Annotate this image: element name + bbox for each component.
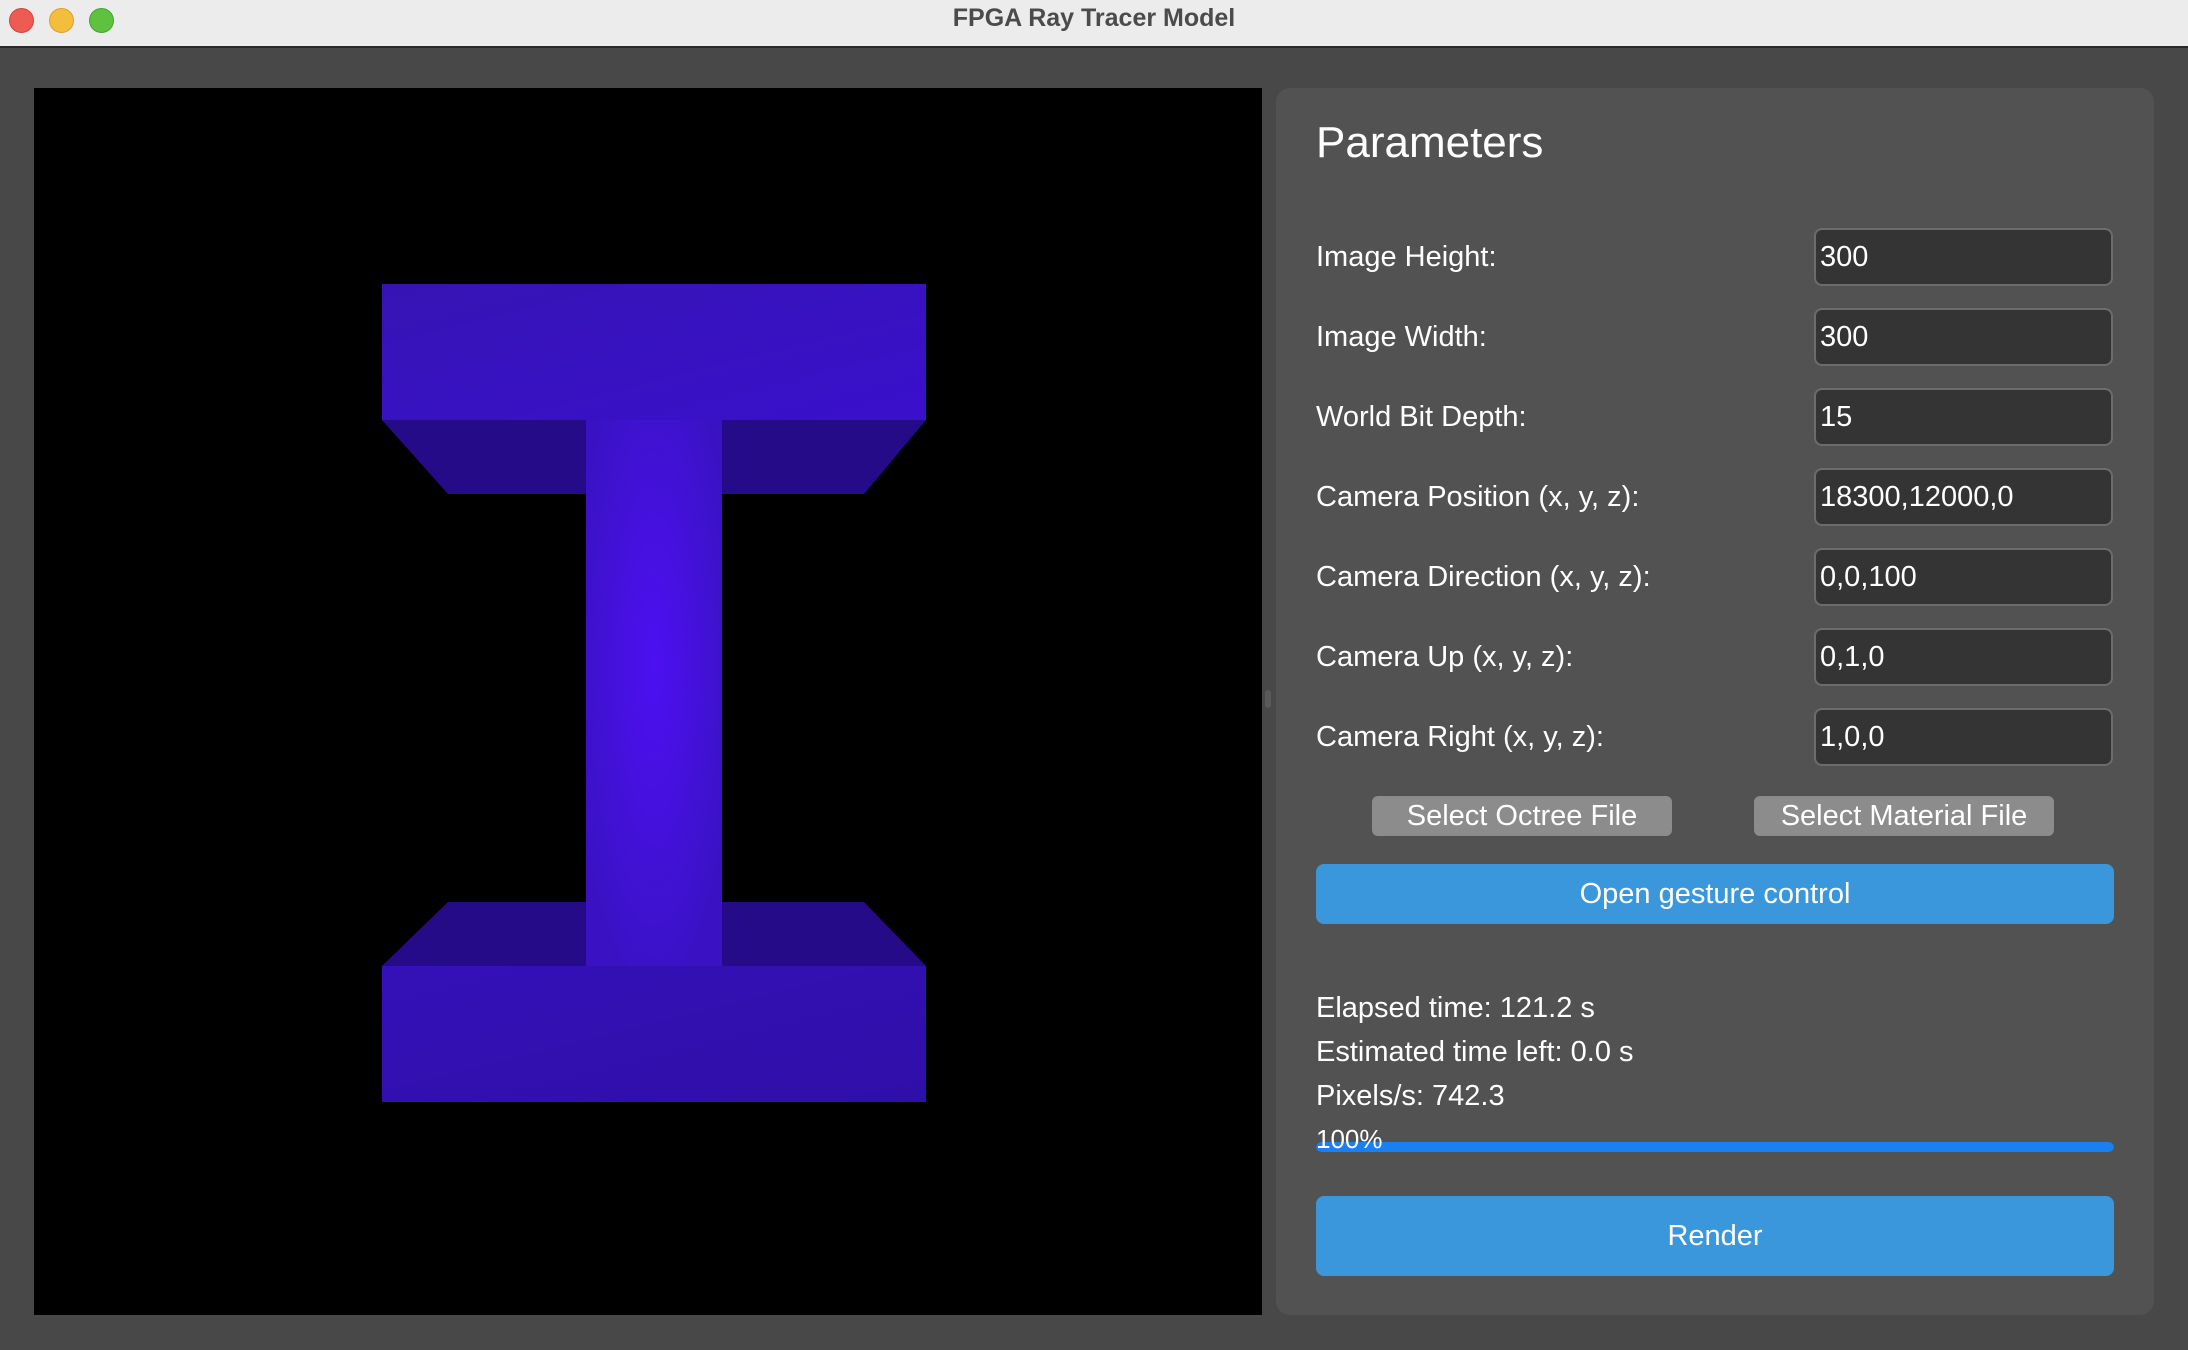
camera-right-label: Camera Right (x, y, z):: [1316, 721, 1604, 753]
elapsed-time-text: Elapsed time: 121.2 s: [1316, 992, 1595, 1024]
split-handle[interactable]: [1265, 690, 1271, 708]
image-width-input[interactable]: [1814, 308, 2113, 366]
title-bar: FPGA Ray Tracer Model: [0, 0, 2188, 48]
image-width-label: Image Width:: [1316, 321, 1487, 353]
camera-position-label: Camera Position (x, y, z):: [1316, 481, 1640, 513]
ibeam-bottom-flange: [382, 966, 926, 1102]
window-title: FPGA Ray Tracer Model: [952, 4, 1236, 32]
rendered-image: [382, 284, 926, 1102]
camera-up-input[interactable]: [1814, 628, 2113, 686]
camera-direction-input[interactable]: [1814, 548, 2113, 606]
app-window: FPGA Ray Tracer Model Parameters Image H…: [0, 0, 2188, 1350]
camera-direction-label: Camera Direction (x, y, z):: [1316, 561, 1651, 593]
camera-position-input[interactable]: [1814, 468, 2113, 526]
camera-up-label: Camera Up (x, y, z):: [1316, 641, 1574, 673]
render-progress-bar: [1316, 1142, 2114, 1152]
world-bit-depth-label: World Bit Depth:: [1316, 401, 1527, 433]
select-material-file-button[interactable]: Select Material File: [1754, 796, 2054, 836]
render-button[interactable]: Render: [1316, 1196, 2114, 1276]
image-height-label: Image Height:: [1316, 241, 1497, 273]
parameters-panel: Parameters Image Height: Image Width: Wo…: [1276, 88, 2154, 1315]
select-octree-file-button[interactable]: Select Octree File: [1372, 796, 1672, 836]
pixels-per-second-text: Pixels/s: 742.3: [1316, 1080, 1505, 1112]
ibeam-top-flange: [382, 284, 926, 420]
open-gesture-control-button[interactable]: Open gesture control: [1316, 864, 2114, 924]
ibeam-web: [586, 420, 722, 966]
camera-right-input[interactable]: [1814, 708, 2113, 766]
render-viewport: [34, 88, 1262, 1315]
world-bit-depth-input[interactable]: [1814, 388, 2113, 446]
render-progress-fill: [1316, 1142, 2114, 1152]
estimated-time-text: Estimated time left: 0.0 s: [1316, 1036, 1634, 1068]
render-progress-text: 100%: [1316, 1124, 1383, 1154]
panel-title: Parameters: [1316, 118, 1544, 167]
image-height-input[interactable]: [1814, 228, 2113, 286]
